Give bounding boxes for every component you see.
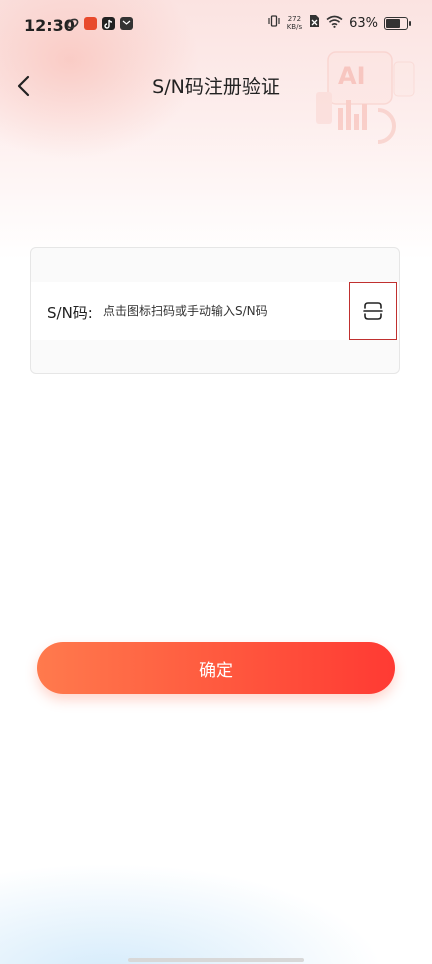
notification-icons <box>66 17 133 30</box>
wifi-icon <box>326 15 343 32</box>
ai-decoration-text: AI <box>338 62 366 90</box>
shopping-app-icon <box>84 17 97 30</box>
status-bar: 12:30 272 KB/s 63% <box>0 0 432 52</box>
app-notification-icon <box>66 17 79 30</box>
battery-percent: 63% <box>349 15 378 31</box>
network-speed: 272 KB/s <box>287 15 302 31</box>
no-sim-icon <box>308 14 320 32</box>
scan-icon <box>363 302 383 320</box>
sn-input-row: S/N码: <box>31 282 399 340</box>
network-speed-value: 272 <box>287 15 302 23</box>
bottom-background <box>0 844 432 964</box>
ai-decoration-icon: AI <box>316 51 415 144</box>
sn-card: S/N码: <box>30 247 400 374</box>
battery-icon <box>384 16 411 30</box>
home-indicator[interactable] <box>128 958 304 962</box>
mail-app-icon <box>120 17 133 30</box>
scan-button[interactable] <box>349 282 397 340</box>
vibrate-icon <box>267 14 281 32</box>
network-speed-unit: KB/s <box>286 23 303 31</box>
tiktok-icon <box>102 17 115 30</box>
sn-input[interactable] <box>103 298 343 324</box>
confirm-button[interactable]: 确定 <box>37 642 395 694</box>
sn-label: S/N码: <box>47 304 93 322</box>
system-status: 272 KB/s 63% <box>267 14 411 32</box>
